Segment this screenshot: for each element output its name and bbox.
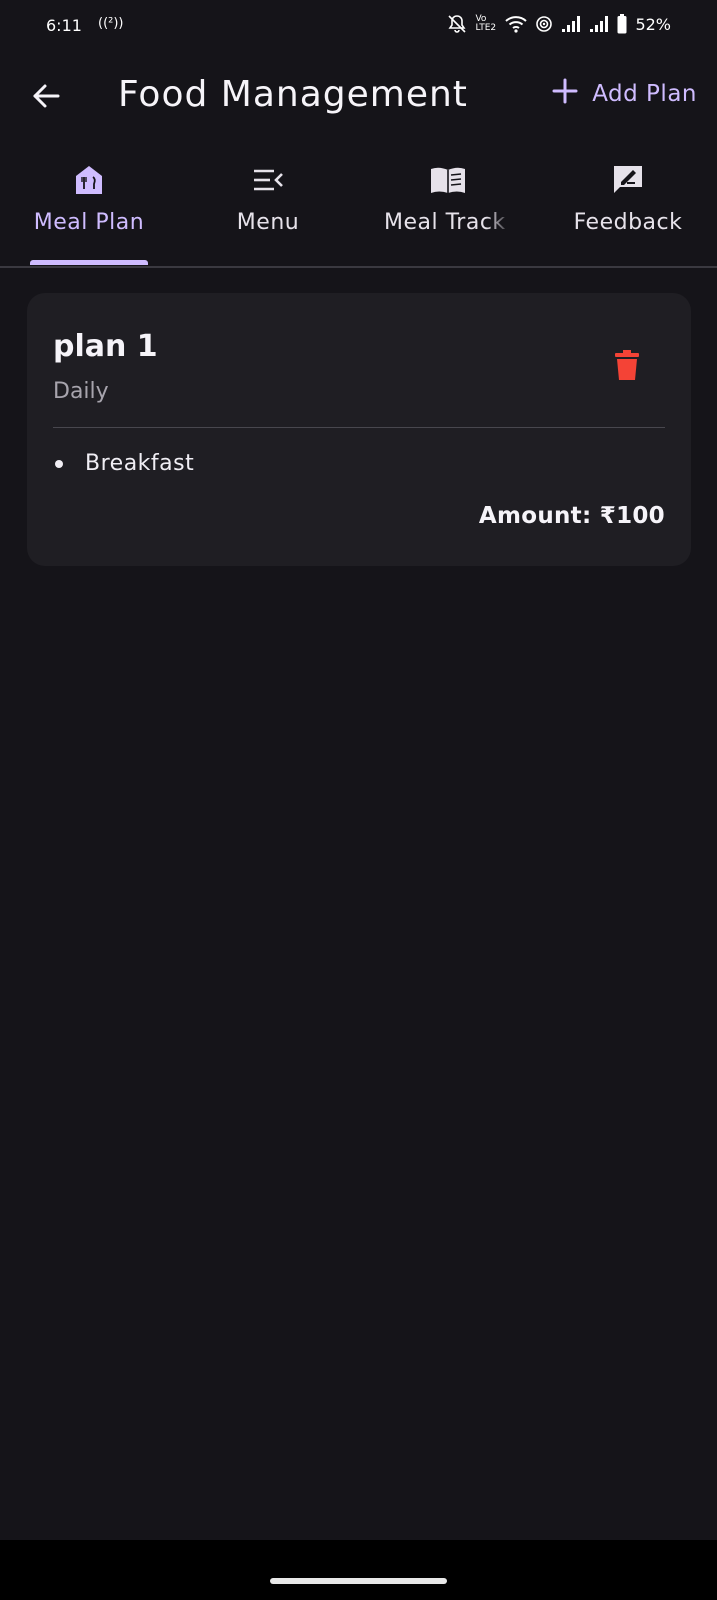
plus-icon: [552, 78, 578, 110]
bullet-icon: [55, 459, 63, 468]
tab-label: Feedback: [573, 210, 683, 235]
plan-amount: Amount: ₹100: [478, 503, 665, 529]
top-app-bar: Food Management Add Plan: [0, 56, 717, 144]
add-plan-button[interactable]: Add Plan: [552, 78, 697, 110]
mute-icon: [447, 14, 467, 34]
meal-name: Breakfast: [85, 451, 195, 476]
wifi-icon: [505, 15, 528, 33]
plan-name: plan 1: [53, 329, 158, 364]
status-bar: 6:11 ((²)) Vo LTE2 52%: [0, 0, 717, 56]
status-icons: Vo LTE2 52%: [447, 14, 671, 34]
tab-label: Menu: [236, 210, 300, 235]
tab-label: Meal Track: [384, 210, 506, 235]
delete-plan-button[interactable]: [607, 347, 647, 387]
hotspot-signal-icon: [535, 15, 553, 33]
page-title: Food Management: [118, 74, 468, 115]
hotspot-icon: ((²)): [98, 16, 124, 31]
menu-open-icon: [252, 162, 284, 198]
tab-meal-plan[interactable]: Meal Plan: [30, 150, 148, 264]
plan-card[interactable]: plan 1 Daily Breakfast Amount: ₹100: [27, 293, 691, 566]
meal-list-item: Breakfast: [55, 451, 194, 476]
card-divider: [53, 427, 665, 428]
tab-feedback[interactable]: Feedback: [568, 150, 688, 264]
active-tab-indicator: [30, 260, 148, 265]
battery-percent: 52%: [635, 14, 671, 34]
tab-bar: Meal Plan Menu Meal Track Feedback: [0, 150, 717, 268]
add-plan-label: Add Plan: [592, 81, 697, 107]
tab-menu[interactable]: Menu: [218, 150, 318, 264]
signal-2-icon: [589, 15, 609, 33]
system-navigation-bar: [0, 1540, 717, 1600]
arrow-left-icon: [31, 81, 61, 115]
volte-icon: Vo LTE2: [475, 14, 497, 33]
trash-icon: [614, 349, 640, 385]
restaurant-house-icon: [74, 162, 104, 198]
screen: 6:11 ((²)) Vo LTE2 52% Food Management A…: [0, 0, 717, 1600]
book-open-icon: [429, 162, 467, 198]
status-time: 6:11: [46, 16, 82, 35]
back-button[interactable]: [24, 76, 68, 120]
home-indicator[interactable]: [270, 1578, 447, 1584]
battery-icon: [617, 14, 627, 34]
feedback-icon: [611, 162, 645, 198]
tab-label: Meal Plan: [33, 210, 145, 235]
signal-1-icon: [561, 15, 581, 33]
tab-meal-track[interactable]: Meal Track: [384, 150, 512, 264]
plan-frequency: Daily: [53, 379, 109, 404]
